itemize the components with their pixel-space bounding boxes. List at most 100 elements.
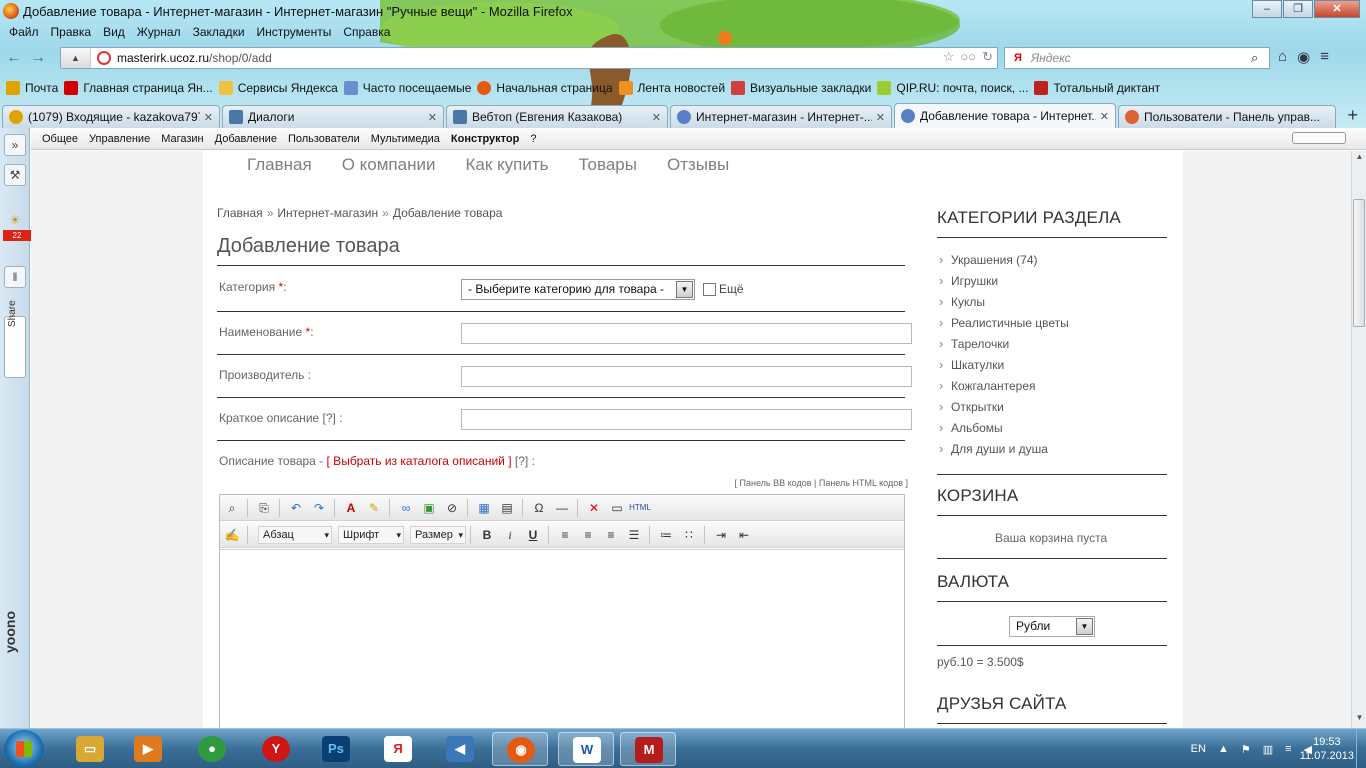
indent-icon[interactable]: ⇥ (710, 525, 732, 545)
name-input[interactable] (461, 323, 912, 344)
category-item[interactable]: Реалистичные цветы (937, 315, 1069, 337)
bookmark-news-feed[interactable]: Лента новостей (618, 81, 725, 95)
bookmark-total-dictation[interactable]: Тотальный диктант (1034, 81, 1160, 95)
unlink-icon[interactable]: ⊘ (441, 498, 463, 518)
undo-icon[interactable]: ↶ (285, 498, 307, 518)
horizontal-rule-icon[interactable]: — (551, 498, 573, 518)
nav-home[interactable]: Главная (247, 155, 312, 175)
align-left-icon[interactable]: ≡ (554, 525, 576, 545)
admin-constructor[interactable]: Конструктор (451, 133, 519, 145)
sun-icon[interactable]: ☀ (4, 210, 26, 232)
menu-help[interactable]: Справка (340, 25, 393, 39)
tab-close-icon[interactable]: ✕ (428, 111, 437, 124)
redo-icon[interactable]: ↷ (308, 498, 330, 518)
menu-bookmarks[interactable]: Закладки (190, 25, 248, 39)
code-panel-links[interactable]: [ Панель BB кодов | Панель HTML кодов ] (735, 478, 908, 488)
maximize-button[interactable]: ❐ (1283, 0, 1313, 18)
category-item[interactable]: Шкатулки (937, 357, 1069, 379)
tab-mail[interactable]: (1079) Входящие - kazakova797... ✕ (2, 105, 220, 128)
start-button[interactable] (4, 730, 44, 768)
taskbar-mcafee[interactable]: M (620, 732, 676, 766)
help-link[interactable]: [?] (323, 411, 336, 425)
admin-manage[interactable]: Управление (89, 133, 150, 145)
yandex-engine-icon[interactable]: Я (1005, 52, 1031, 64)
menu-history[interactable]: Журнал (134, 25, 184, 39)
unordered-list-icon[interactable]: ∷ (678, 525, 700, 545)
taskbar-media-player[interactable]: ▶ (120, 732, 176, 766)
admin-add[interactable]: Добавление (215, 133, 277, 145)
search-icon[interactable]: ⌕ (1251, 50, 1269, 66)
taskbar-chrome[interactable]: ● (184, 732, 240, 766)
address-bar[interactable]: ▲ masterirk.ucoz.ru/shop/0/add ☆ ○○ ↻ (60, 47, 998, 69)
admin-users[interactable]: Пользователи (288, 133, 360, 145)
tab-dialogs[interactable]: Диалоги ✕ (222, 105, 444, 128)
category-item[interactable]: Для души и душа (937, 441, 1069, 463)
currency-select[interactable]: Рубли ▼ (1009, 616, 1095, 637)
description-catalog-link[interactable]: [ Выбрать из каталога описаний ] (327, 454, 512, 468)
producer-input[interactable] (461, 366, 912, 387)
more-checkbox[interactable] (703, 283, 716, 296)
editor-content-area[interactable] (220, 549, 904, 728)
italic-icon[interactable]: i (499, 525, 521, 545)
nav-products[interactable]: Товары (578, 155, 636, 175)
star-icon[interactable]: ☆ (943, 49, 955, 65)
link-icon[interactable]: ∞ (395, 498, 417, 518)
url-text[interactable]: masterirk.ucoz.ru/shop/0/add (117, 51, 272, 65)
ordered-list-icon[interactable]: ≔ (655, 525, 677, 545)
taskbar-word[interactable]: W (558, 732, 614, 766)
nav-about[interactable]: О компании (342, 155, 436, 175)
wrench-icon[interactable]: ⚒ (4, 164, 26, 186)
category-item[interactable]: Игрушки (937, 273, 1069, 295)
category-item[interactable]: Тарелочки (937, 336, 1069, 358)
scroll-thumb[interactable] (1353, 199, 1365, 327)
scroll-down-icon[interactable]: ▼ (1353, 713, 1366, 727)
tab-users-panel[interactable]: Пользователи - Панель управ... (1118, 105, 1336, 128)
identity-icon[interactable]: ▲ (61, 48, 91, 68)
addon-eye-icon[interactable]: ◉ (1297, 48, 1310, 66)
admin-bar-slider[interactable] (1292, 132, 1346, 144)
bookmark-qip[interactable]: QIP.RU: почта, поиск, ... (877, 81, 1028, 95)
taskbar-explorer[interactable]: ▭ (62, 732, 118, 766)
menu-view[interactable]: Вид (100, 25, 128, 39)
category-item[interactable]: Открытки (937, 399, 1069, 421)
expand-sidebar-icon[interactable]: » (4, 134, 26, 156)
show-desktop-button[interactable] (1356, 729, 1366, 768)
tab-close-icon[interactable]: ✕ (1100, 110, 1109, 123)
reload-icon[interactable]: ↻ (982, 49, 993, 65)
taskbar-yandex[interactable]: Я (370, 732, 426, 766)
taskbar-yandex-browser[interactable]: Y (248, 732, 304, 766)
text-color-icon[interactable]: A (340, 498, 362, 518)
image-icon[interactable]: ▣ (418, 498, 440, 518)
paragraph-dropdown[interactable]: Абзац (258, 525, 332, 544)
category-item[interactable]: Куклы (937, 294, 1069, 316)
category-item[interactable]: Кожгалантерея (937, 378, 1069, 400)
taskbar-audio[interactable]: ◀ (432, 732, 488, 766)
show-hidden-icons[interactable]: ▲ (1218, 743, 1229, 755)
menu-list-icon[interactable]: ≡ (1320, 48, 1329, 66)
reader-glasses-icon[interactable]: ○○ (960, 49, 976, 65)
admin-general[interactable]: Общее (42, 133, 78, 145)
tab-close-icon[interactable]: ✕ (876, 111, 885, 124)
category-item[interactable]: Альбомы (937, 420, 1069, 442)
zoom-icon[interactable]: ⌕ (221, 498, 243, 518)
table-edit-icon[interactable]: ▤ (496, 498, 518, 518)
search-placeholder[interactable]: Яндекс (1031, 51, 1251, 65)
chevron-down-icon[interactable]: ▼ (676, 281, 693, 298)
tab-webtop[interactable]: Вебтоп (Евгения Казакова) ✕ (446, 105, 668, 128)
minimize-button[interactable]: – (1252, 0, 1282, 18)
close-button[interactable]: ✕ (1314, 0, 1360, 18)
language-indicator[interactable]: EN (1191, 743, 1206, 755)
breadcrumb-home[interactable]: Главная (217, 206, 263, 220)
home-icon[interactable]: ⌂ (1278, 48, 1287, 66)
font-dropdown[interactable]: Шрифт (338, 525, 404, 544)
short-description-input[interactable] (461, 409, 912, 430)
chevron-down-icon[interactable]: ▼ (1076, 618, 1093, 635)
admin-multimedia[interactable]: Мультимедиа (371, 133, 440, 145)
special-char-icon[interactable]: Ω (528, 498, 550, 518)
menu-tools[interactable]: Инструменты (254, 25, 335, 39)
scroll-up-icon[interactable]: ▲ (1353, 152, 1366, 166)
table-icon[interactable]: ▦ (473, 498, 495, 518)
tab-close-icon[interactable]: ✕ (652, 111, 661, 124)
bookmark-start-page[interactable]: Начальная страница (477, 81, 613, 95)
bookmark-most-visited[interactable]: Часто посещаемые (343, 81, 471, 95)
